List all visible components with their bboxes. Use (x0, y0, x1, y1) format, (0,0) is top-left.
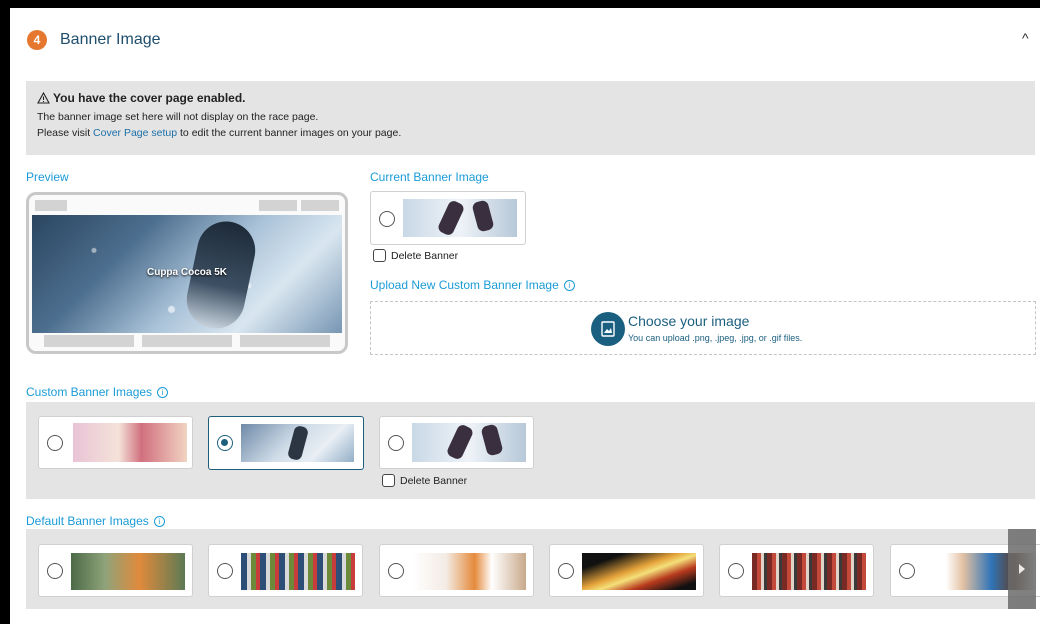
banner-preview: Cuppa Cocoa 5K (26, 192, 348, 354)
default-banner-card[interactable] (208, 544, 363, 597)
default-banner-radio[interactable] (728, 563, 744, 579)
section-title: Banner Image (60, 31, 161, 48)
upload-label: Upload New Custom Banner Image i (370, 278, 575, 292)
custom-banner-card[interactable] (38, 416, 193, 469)
custom-banner-card[interactable] (208, 416, 364, 470)
current-delete-banner[interactable]: Delete Banner (373, 249, 458, 262)
upload-dropzone[interactable]: Choose your image You can upload .png, .… (370, 301, 1036, 355)
snow-running-legs-thumbnail (412, 423, 526, 462)
default-info-icon[interactable]: i (153, 516, 165, 527)
default-banner-radio[interactable] (47, 563, 63, 579)
cover-page-alert: You have the cover page enabled. The ban… (26, 81, 1035, 155)
race-start-crowd-thumbnail (241, 553, 355, 590)
default-banners-label: Default Banner Images i (26, 514, 165, 528)
step-badge: 4 (27, 30, 47, 50)
custom-delete-banner[interactable]: Delete Banner (382, 474, 467, 487)
collapse-chevron-icon[interactable]: ^ (1022, 30, 1029, 46)
alert-heading: You have the cover page enabled. (53, 91, 246, 105)
default-banner-radio[interactable] (217, 563, 233, 579)
track-race-thumbnail (752, 553, 866, 590)
custom-banner-radio[interactable] (217, 435, 233, 451)
custom-info-icon[interactable]: i (157, 387, 169, 398)
default-banner-card[interactable] (549, 544, 704, 597)
current-banner-radio[interactable] (379, 211, 395, 227)
runners-silhouette-thumbnail (412, 553, 526, 590)
current-banner-thumbnail (403, 199, 517, 237)
preview-banner-image: Cuppa Cocoa 5K (32, 215, 342, 333)
runners-group-thumbnail (71, 553, 185, 590)
custom-delete-checkbox[interactable] (382, 474, 395, 487)
custom-banner-card[interactable] (379, 416, 534, 469)
current-banner-card[interactable] (370, 191, 526, 245)
light-trails-thumbnail (582, 553, 696, 590)
default-banner-radio[interactable] (558, 563, 574, 579)
default-banner-card[interactable] (38, 544, 193, 597)
custom-banners-label: Custom Banner Images i (26, 385, 169, 399)
cover-page-setup-link[interactable]: Cover Page setup (93, 127, 177, 139)
custom-banner-radio[interactable] (388, 435, 404, 451)
alert-line-1: The banner image set here will not displ… (37, 111, 319, 123)
carousel-next-button[interactable] (1008, 529, 1036, 609)
upload-title: Choose your image (628, 313, 750, 329)
image-upload-icon (591, 312, 625, 346)
upload-subtitle: You can upload .png, .jpeg, .jpg, or .gi… (628, 333, 803, 343)
alert-line-2: Please visit Cover Page setup to edit th… (37, 127, 402, 139)
default-banner-card[interactable] (719, 544, 874, 597)
custom-banner-radio[interactable] (47, 435, 63, 451)
current-banner-label: Current Banner Image (370, 170, 489, 184)
chevron-right-icon (1019, 564, 1025, 574)
section-header[interactable]: 4 Banner Image ^ (10, 8, 1040, 74)
kids-winter-hats-thumbnail (73, 423, 187, 462)
default-banner-radio[interactable] (899, 563, 915, 579)
upload-info-icon[interactable]: i (563, 280, 575, 291)
default-banner-card[interactable] (379, 544, 534, 597)
banner-image-panel: 4 Banner Image ^ You have the cover page… (10, 8, 1040, 624)
current-delete-checkbox[interactable] (373, 249, 386, 262)
preview-banner-title: Cuppa Cocoa 5K (146, 267, 227, 278)
preview-label: Preview (26, 170, 69, 184)
snow-running-shoe-thumbnail (241, 424, 354, 462)
default-banner-radio[interactable] (388, 563, 404, 579)
warning-icon (37, 92, 50, 104)
